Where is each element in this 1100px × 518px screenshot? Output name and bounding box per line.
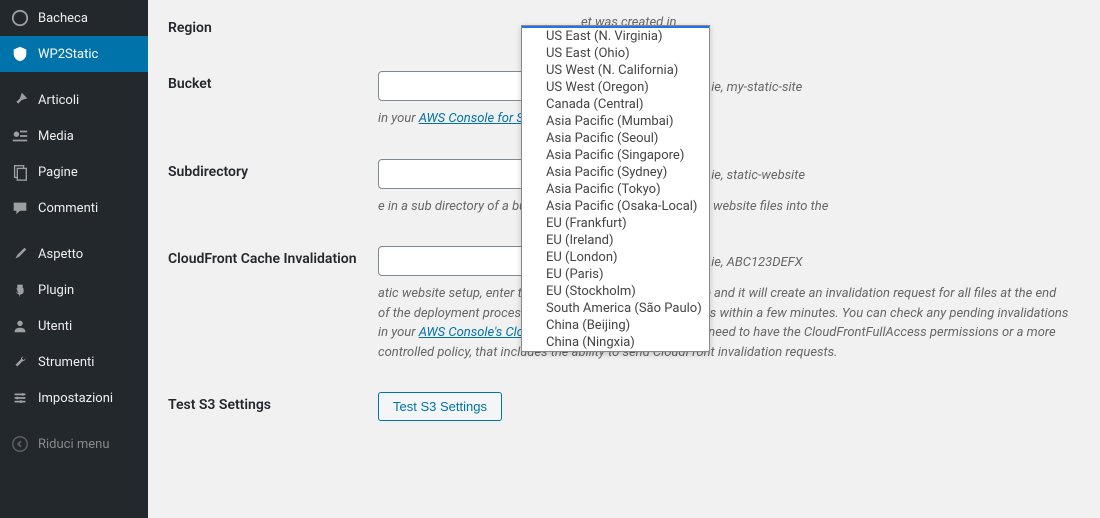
media-icon — [10, 126, 30, 146]
sidebar-item-strumenti[interactable]: Strumenti — [0, 344, 148, 380]
region-option[interactable]: Asia Pacific (Osaka-Local) — [522, 198, 709, 215]
sidebar-item-label: Strumenti — [38, 355, 94, 370]
settings-icon — [10, 388, 30, 408]
region-option[interactable]: Asia Pacific (Singapore) — [522, 147, 709, 164]
subdirectory-description: e in a sub directory of a bucket, this w… — [378, 197, 1070, 217]
region-option[interactable]: Asia Pacific (Seoul) — [522, 130, 709, 147]
sidebar-item-label: Aspetto — [38, 247, 83, 262]
pin-icon — [10, 90, 30, 110]
admin-sidebar: Bacheca WP2Static Articoli Media Pagine … — [0, 0, 148, 518]
sidebar-item-label: Pagine — [38, 165, 78, 180]
sidebar-item-commenti[interactable]: Commenti — [0, 190, 148, 226]
region-option[interactable]: EU (Paris) — [522, 266, 709, 283]
sidebar-item-label: Articoli — [38, 93, 79, 108]
region-option[interactable]: Asia Pacific (Mumbai) — [522, 113, 709, 130]
region-option[interactable]: EU (London) — [522, 249, 709, 266]
sidebar-item-articoli[interactable]: Articoli — [0, 82, 148, 118]
pages-icon — [10, 162, 30, 182]
sidebar-item-pagine[interactable]: Pagine — [0, 154, 148, 190]
sidebar-item-label: Media — [38, 129, 74, 144]
bucket-label: Bucket — [168, 56, 368, 144]
region-option[interactable]: Asia Pacific (Tokyo) — [522, 181, 709, 198]
cloudfront-description: atic website setup, enter the CloudFront… — [378, 284, 1070, 362]
region-option[interactable]: China (Ningxia) — [522, 334, 709, 351]
aws-s3-console-link[interactable]: AWS Console for S3 — [419, 111, 531, 126]
plug-icon — [10, 280, 30, 300]
sidebar-item-collapse[interactable]: Riduci menu — [0, 426, 148, 462]
sidebar-item-impostazioni[interactable]: Impostazioni — [0, 380, 148, 416]
sidebar-item-label: WP2Static — [38, 47, 98, 62]
comment-icon — [10, 198, 30, 218]
test-s3-settings-button[interactable]: Test S3 Settings — [378, 392, 502, 421]
sidebar-item-utenti[interactable]: Utenti — [0, 308, 148, 344]
bucket-hint: ie, my-static-site — [711, 80, 802, 95]
region-dropdown[interactable]: US East (N. Virginia) US East (Ohio) US … — [521, 25, 710, 352]
region-option[interactable]: EU (Ireland) — [522, 232, 709, 249]
main-content: Region et was created in Bucket ie, my-s… — [148, 0, 1100, 518]
region-label: Region — [168, 0, 368, 56]
collapse-icon — [10, 434, 30, 454]
region-option[interactable]: EU (Stockholm) — [522, 283, 709, 300]
brush-icon — [10, 244, 30, 264]
sidebar-item-bacheca[interactable]: Bacheca — [0, 0, 148, 36]
sidebar-item-plugin[interactable]: Plugin — [0, 272, 148, 308]
test-label: Test S3 Settings — [168, 377, 368, 436]
bucket-description: in your AWS Console for S3. — [378, 109, 1070, 129]
shield-icon — [10, 44, 30, 64]
dashboard-icon — [10, 8, 30, 28]
region-option[interactable]: Asia Pacific (Sydney) — [522, 164, 709, 181]
sidebar-item-label: Impostazioni — [38, 391, 113, 406]
region-option[interactable]: South America (São Paulo) — [522, 300, 709, 317]
region-option[interactable]: EU (Frankfurt) — [522, 215, 709, 232]
region-option[interactable]: Canada (Central) — [522, 96, 709, 113]
sidebar-item-label: Utenti — [38, 319, 72, 334]
sidebar-item-label: Bacheca — [38, 11, 88, 26]
sidebar-item-media[interactable]: Media — [0, 118, 148, 154]
user-icon — [10, 316, 30, 336]
subdirectory-hint: ie, static-website — [711, 168, 805, 183]
region-option[interactable]: China (Beijing) — [522, 317, 709, 334]
subdirectory-label: Subdirectory — [168, 144, 368, 232]
cloudfront-label: CloudFront Cache Invalidation — [168, 231, 368, 377]
sidebar-item-wp2static[interactable]: WP2Static — [0, 36, 148, 72]
region-option[interactable]: US East (Ohio) — [522, 45, 709, 62]
region-option[interactable]: US West (N. California) — [522, 62, 709, 79]
sidebar-item-label: Commenti — [38, 201, 98, 216]
sidebar-item-aspetto[interactable]: Aspetto — [0, 236, 148, 272]
region-option[interactable]: US West (Oregon) — [522, 79, 709, 96]
wrench-icon — [10, 352, 30, 372]
sidebar-item-label: Plugin — [38, 283, 74, 298]
cloudfront-hint: ie, ABC123DEFX — [711, 255, 802, 270]
region-option[interactable]: US East (N. Virginia) — [522, 28, 709, 45]
sidebar-item-label: Riduci menu — [38, 437, 110, 452]
